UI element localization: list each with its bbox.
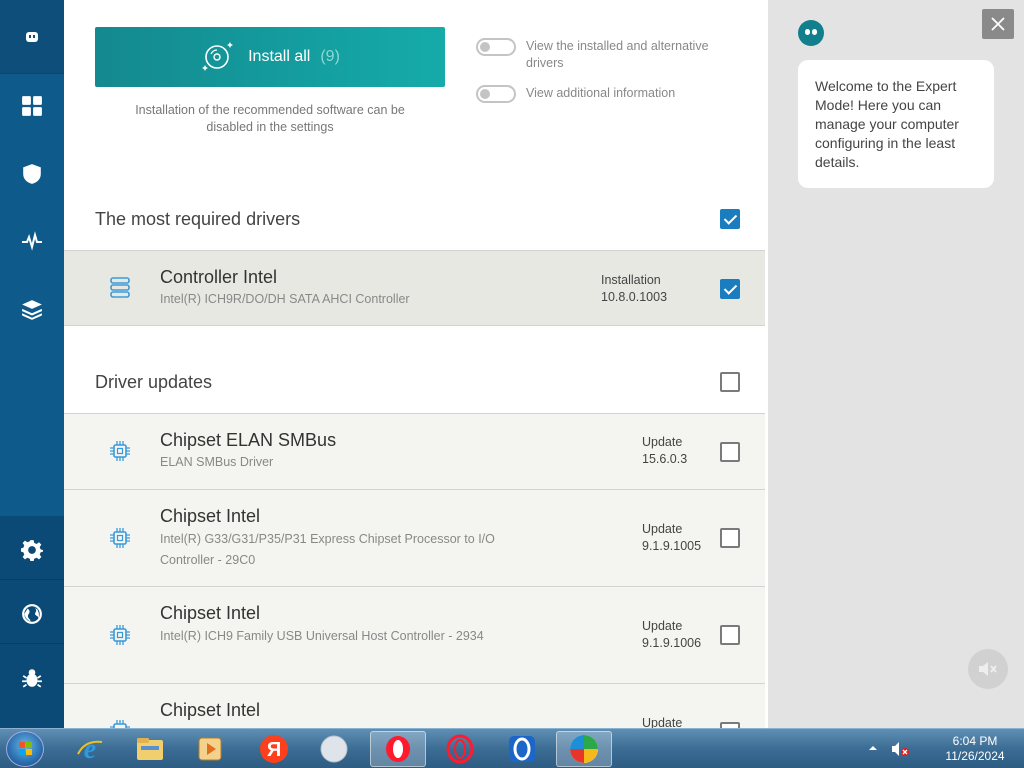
- storage-stack-icon: [110, 277, 130, 298]
- svg-text:Я: Я: [267, 739, 281, 761]
- driver-title: Chipset Intel: [160, 506, 261, 526]
- section-title-required: The most required drivers: [95, 209, 301, 229]
- taskbar: e Я 6:04 PM 11/26/2024: [0, 728, 1024, 768]
- close-icon: [991, 17, 1005, 31]
- status-version: 9.1.9.1006: [642, 636, 702, 650]
- shield-icon[interactable]: [0, 140, 64, 208]
- driver-status: Update 15.6.0.3: [642, 434, 687, 468]
- windows-logo-icon: [19, 742, 32, 755]
- driver-subtitle: Intel(R) G33/G31/P35/P31 Express Chipset…: [160, 532, 495, 567]
- clock-time: 6:04 PM: [952, 734, 998, 748]
- status-version: 15.6.0.3: [642, 452, 688, 466]
- status-label: Update: [642, 522, 683, 536]
- assistant-panel: Welcome to the Expert Mode! Here you can…: [768, 0, 1024, 728]
- sound-toggle-button[interactable]: [968, 649, 1008, 689]
- driver-status: Update: [642, 715, 682, 728]
- driverpack-icon[interactable]: [556, 731, 612, 767]
- install-count: (9): [320, 48, 340, 65]
- chip-icon: [110, 528, 130, 548]
- assistant-message: Welcome to the Expert Mode! Here you can…: [798, 60, 994, 188]
- status-label: Update: [642, 435, 683, 449]
- status-version: 10.8.0.1003: [601, 290, 668, 304]
- pulse-icon[interactable]: [0, 208, 64, 276]
- clock-date: 11/26/2024: [945, 749, 1005, 763]
- driver-checkbox[interactable]: [720, 442, 740, 462]
- required-select-all-checkbox[interactable]: [720, 209, 740, 229]
- install-all-label: Install all: [248, 48, 311, 65]
- driver-subtitle: Intel(R) ICH9R/DO/DH SATA AHCI Controlle…: [160, 292, 410, 306]
- toggle-switch[interactable]: [476, 38, 516, 56]
- driver-subtitle: ELAN SMBus Driver: [160, 455, 274, 469]
- driver-row[interactable]: Chipset Intel Update: [64, 683, 765, 728]
- status-label: Installation: [601, 273, 661, 287]
- app-orb-icon[interactable]: [306, 731, 362, 767]
- media-player-icon[interactable]: [182, 731, 238, 767]
- driver-status: Installation 10.8.0.1003: [601, 272, 667, 306]
- status-label: Update: [642, 716, 683, 728]
- assistant-avatar: [798, 20, 824, 46]
- driver-row[interactable]: Chipset ELAN SMBus ELAN SMBus Driver Upd…: [64, 413, 765, 489]
- tray-arrow-icon[interactable]: [868, 743, 878, 753]
- driver-subtitle: Intel(R) ICH9 Family USB Universal Host …: [160, 629, 484, 643]
- status-label: Update: [642, 619, 683, 633]
- toggle-label: View the installed and alternative drive…: [526, 39, 709, 70]
- yandex-browser-icon[interactable]: Я: [246, 731, 302, 767]
- install-note: Installation of the recommended software…: [135, 103, 405, 134]
- sidebar: [0, 0, 64, 728]
- driver-title: Controller Intel: [160, 267, 278, 287]
- updates-select-all-checkbox[interactable]: [720, 372, 740, 392]
- driver-row[interactable]: Controller Intel Intel(R) ICH9R/DO/DH SA…: [64, 250, 765, 326]
- driver-status: Update 9.1.9.1006: [642, 618, 701, 652]
- layers-icon[interactable]: [0, 276, 64, 344]
- driver-checkbox[interactable]: [720, 625, 740, 645]
- svg-text:e: e: [84, 734, 96, 764]
- speaker-muted-icon: [979, 662, 997, 676]
- opera-gx-icon[interactable]: [432, 731, 488, 767]
- driver-row[interactable]: Chipset Intel Intel(R) ICH9 Family USB U…: [64, 586, 765, 683]
- driver-title: Chipset ELAN SMBus: [160, 430, 337, 450]
- chip-icon: [110, 441, 130, 461]
- toggle-label: View additional information: [526, 86, 676, 100]
- chip-icon: [110, 625, 130, 645]
- driver-checkbox[interactable]: [720, 279, 740, 299]
- toggle-additional-info[interactable]: View additional information: [476, 85, 746, 103]
- volume-muted-icon[interactable]: [890, 740, 910, 758]
- disc-sparkle-icon: [202, 42, 234, 71]
- driver-title: Chipset Intel: [160, 603, 261, 623]
- driver-status: Update 9.1.9.1005: [642, 521, 701, 555]
- driver-checkbox[interactable]: [720, 528, 740, 548]
- install-all-button[interactable]: Install all (9): [95, 27, 445, 87]
- opera-blue-icon[interactable]: [494, 731, 550, 767]
- clock[interactable]: 6:04 PM 11/26/2024: [932, 734, 1018, 764]
- section-title-updates: Driver updates: [95, 372, 213, 392]
- file-explorer-icon[interactable]: [122, 731, 178, 767]
- bug-icon[interactable]: [0, 644, 64, 712]
- internet-explorer-icon[interactable]: e: [62, 731, 118, 767]
- opera-icon[interactable]: [370, 731, 426, 767]
- driver-title: Chipset Intel: [160, 700, 261, 720]
- driver-row[interactable]: Chipset Intel Intel(R) G33/G31/P35/P31 E…: [64, 489, 765, 586]
- toggle-switch[interactable]: [476, 85, 516, 103]
- toggle-installed-alternative[interactable]: View the installed and alternative drive…: [476, 38, 746, 72]
- dashboard-grid-icon[interactable]: [0, 72, 64, 140]
- chip-icon: [110, 720, 130, 728]
- globe-icon[interactable]: [0, 580, 64, 648]
- main-panel: Install all (9) Installation of the reco…: [64, 0, 768, 728]
- sidebar-bottom: [0, 516, 64, 728]
- close-button[interactable]: [982, 9, 1014, 39]
- start-button[interactable]: [6, 731, 44, 767]
- robot-face-icon[interactable]: [0, 0, 64, 74]
- status-version: 9.1.9.1005: [642, 539, 702, 553]
- gear-icon[interactable]: [0, 516, 64, 584]
